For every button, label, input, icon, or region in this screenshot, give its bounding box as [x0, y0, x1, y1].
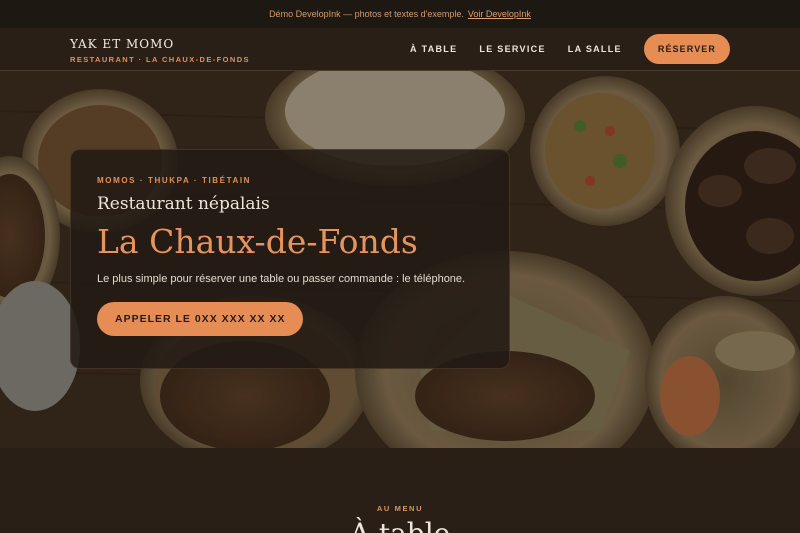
hero-section: MOMOS · THUKPA · TIBÉTAIN Restaurant nép…	[0, 71, 800, 448]
menu-eyebrow: AU MENU	[376, 504, 424, 513]
menu-title: À table	[0, 517, 800, 533]
top-navigation: YAK ET MOMO RESTAURANT · LA CHAUX-DE-FON…	[0, 28, 800, 71]
hero-card: MOMOS · THUKPA · TIBÉTAIN Restaurant nép…	[70, 149, 510, 369]
nav-link-a-table[interactable]: À TABLE	[410, 44, 457, 54]
brand-name: YAK ET MOMO	[70, 37, 175, 51]
hero-eyebrow: MOMOS · THUKPA · TIBÉTAIN	[97, 176, 252, 185]
nav-link-la-salle[interactable]: LA SALLE	[568, 44, 622, 54]
brand-subtitle: RESTAURANT · LA CHAUX-DE-FONDS	[70, 55, 250, 64]
hero-description: Le plus simple pour réserver une table o…	[97, 273, 466, 285]
brand[interactable]: YAK ET MOMO RESTAURANT · LA CHAUX-DE-FON…	[70, 37, 250, 64]
demo-banner-link[interactable]: Voir DevelopInk	[468, 9, 531, 19]
nav-link-le-service[interactable]: LE SERVICE	[479, 44, 545, 54]
hero-subtitle: Restaurant népalais	[97, 194, 270, 214]
demo-banner: Démo DevelopInk — photos et textes d'exe…	[0, 0, 800, 28]
call-button[interactable]: APPELER LE 0XX XXX XX XX	[97, 302, 304, 336]
reserve-button[interactable]: RÉSERVER	[643, 34, 730, 64]
menu-section: AU MENU À table	[0, 448, 800, 533]
demo-banner-text: Démo DevelopInk — photos et textes d'exe…	[269, 9, 464, 19]
nav-links: À TABLE LE SERVICE LA SALLE RÉSERVER	[410, 34, 730, 64]
hero-title: La Chaux-de-Fonds	[97, 222, 418, 261]
